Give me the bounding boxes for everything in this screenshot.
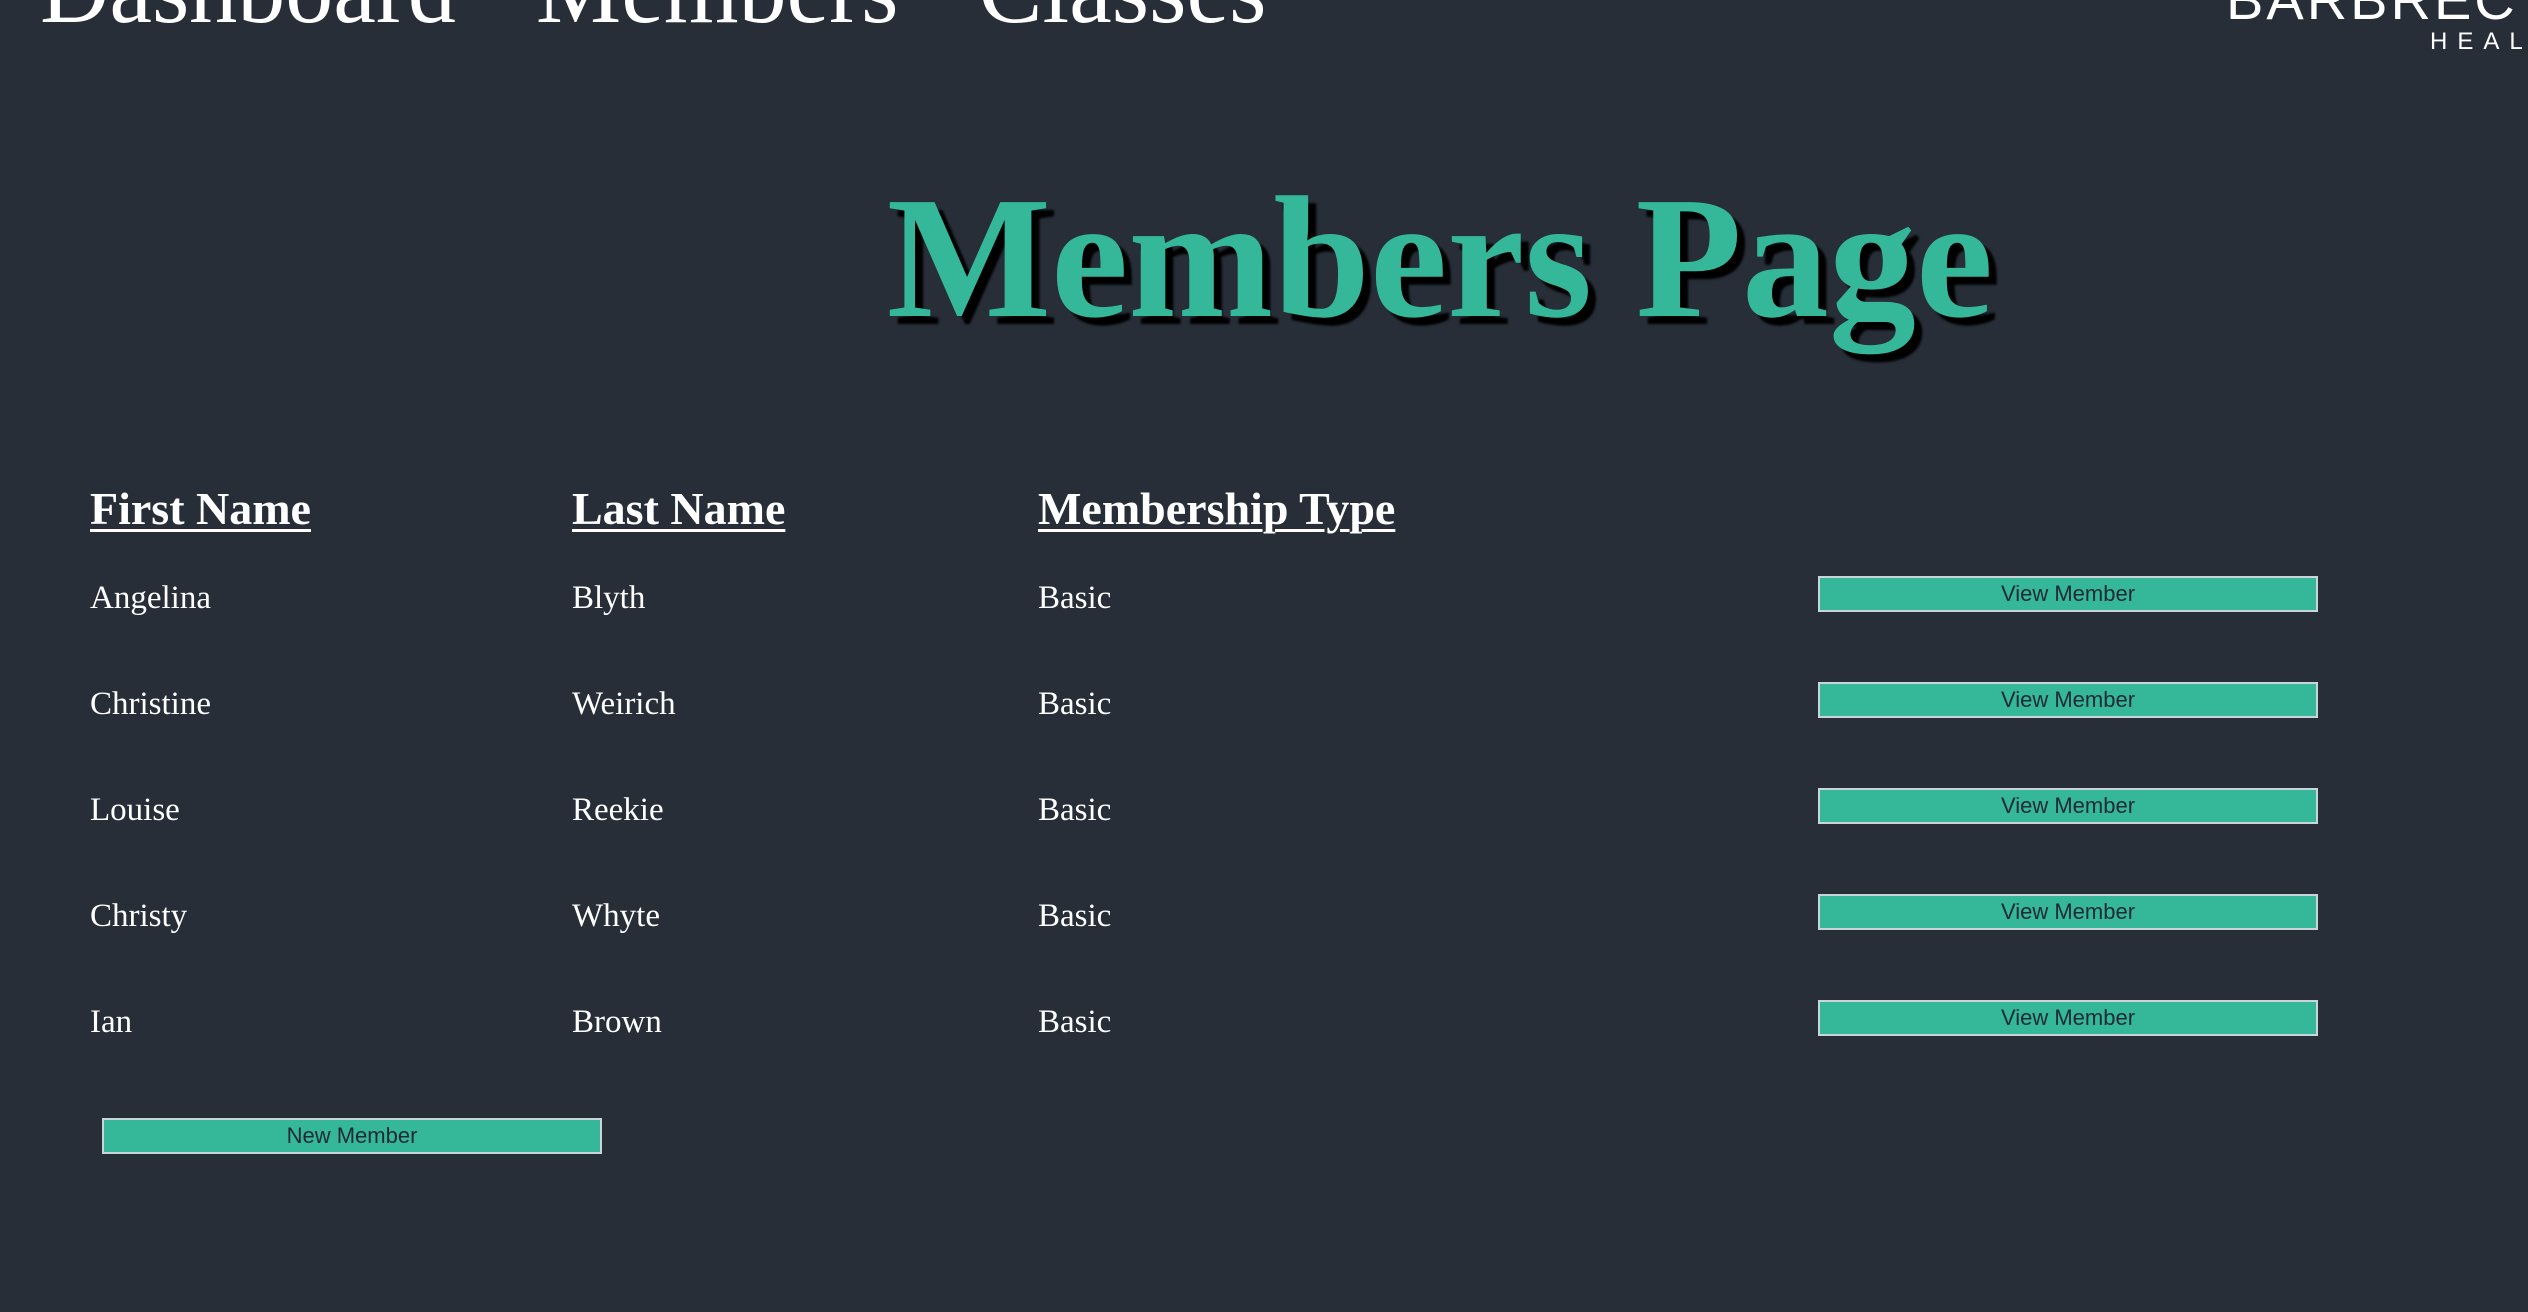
last-name-cell: Blyth [572,580,646,616]
membership-type-cell: Basic [1038,580,1112,616]
view-member-button[interactable]: View Member [1818,788,2318,824]
last-name-cell: Brown [572,1004,662,1040]
table-row: Ian Brown Basic View Member [0,1000,2528,1090]
view-member-button[interactable]: View Member [1818,682,2318,718]
table-row: Christine Weirich Basic View Member [0,682,2528,772]
membership-type-cell: Basic [1038,686,1112,722]
last-name-cell: Reekie [572,792,664,828]
first-name-cell: Angelina [90,580,211,616]
table-row: Christy Whyte Basic View Member [0,894,2528,984]
table-row: Angelina Blyth Basic View Member [0,576,2528,666]
column-header-first-name: First Name [90,483,311,534]
first-name-cell: Ian [90,1004,133,1040]
view-member-button[interactable]: View Member [1818,576,2318,612]
column-header-membership-type: Membership Type [1038,483,1396,534]
column-header-last-name: Last Name [572,483,786,534]
view-member-button[interactable]: View Member [1818,894,2318,930]
first-name-cell: Christy [90,898,188,934]
membership-type-cell: Basic [1038,792,1112,828]
first-name-cell: Louise [90,792,180,828]
membership-type-cell: Basic [1038,1004,1112,1040]
table-row: Louise Reekie Basic View Member [0,788,2528,878]
last-name-cell: Whyte [572,898,660,934]
new-member-button[interactable]: New Member [102,1118,602,1154]
membership-type-cell: Basic [1038,898,1112,934]
members-table: First Name Last Name Membership Type Ang… [0,0,2528,1312]
first-name-cell: Christine [90,686,211,722]
view-member-button[interactable]: View Member [1818,1000,2318,1036]
last-name-cell: Weirich [572,686,676,722]
